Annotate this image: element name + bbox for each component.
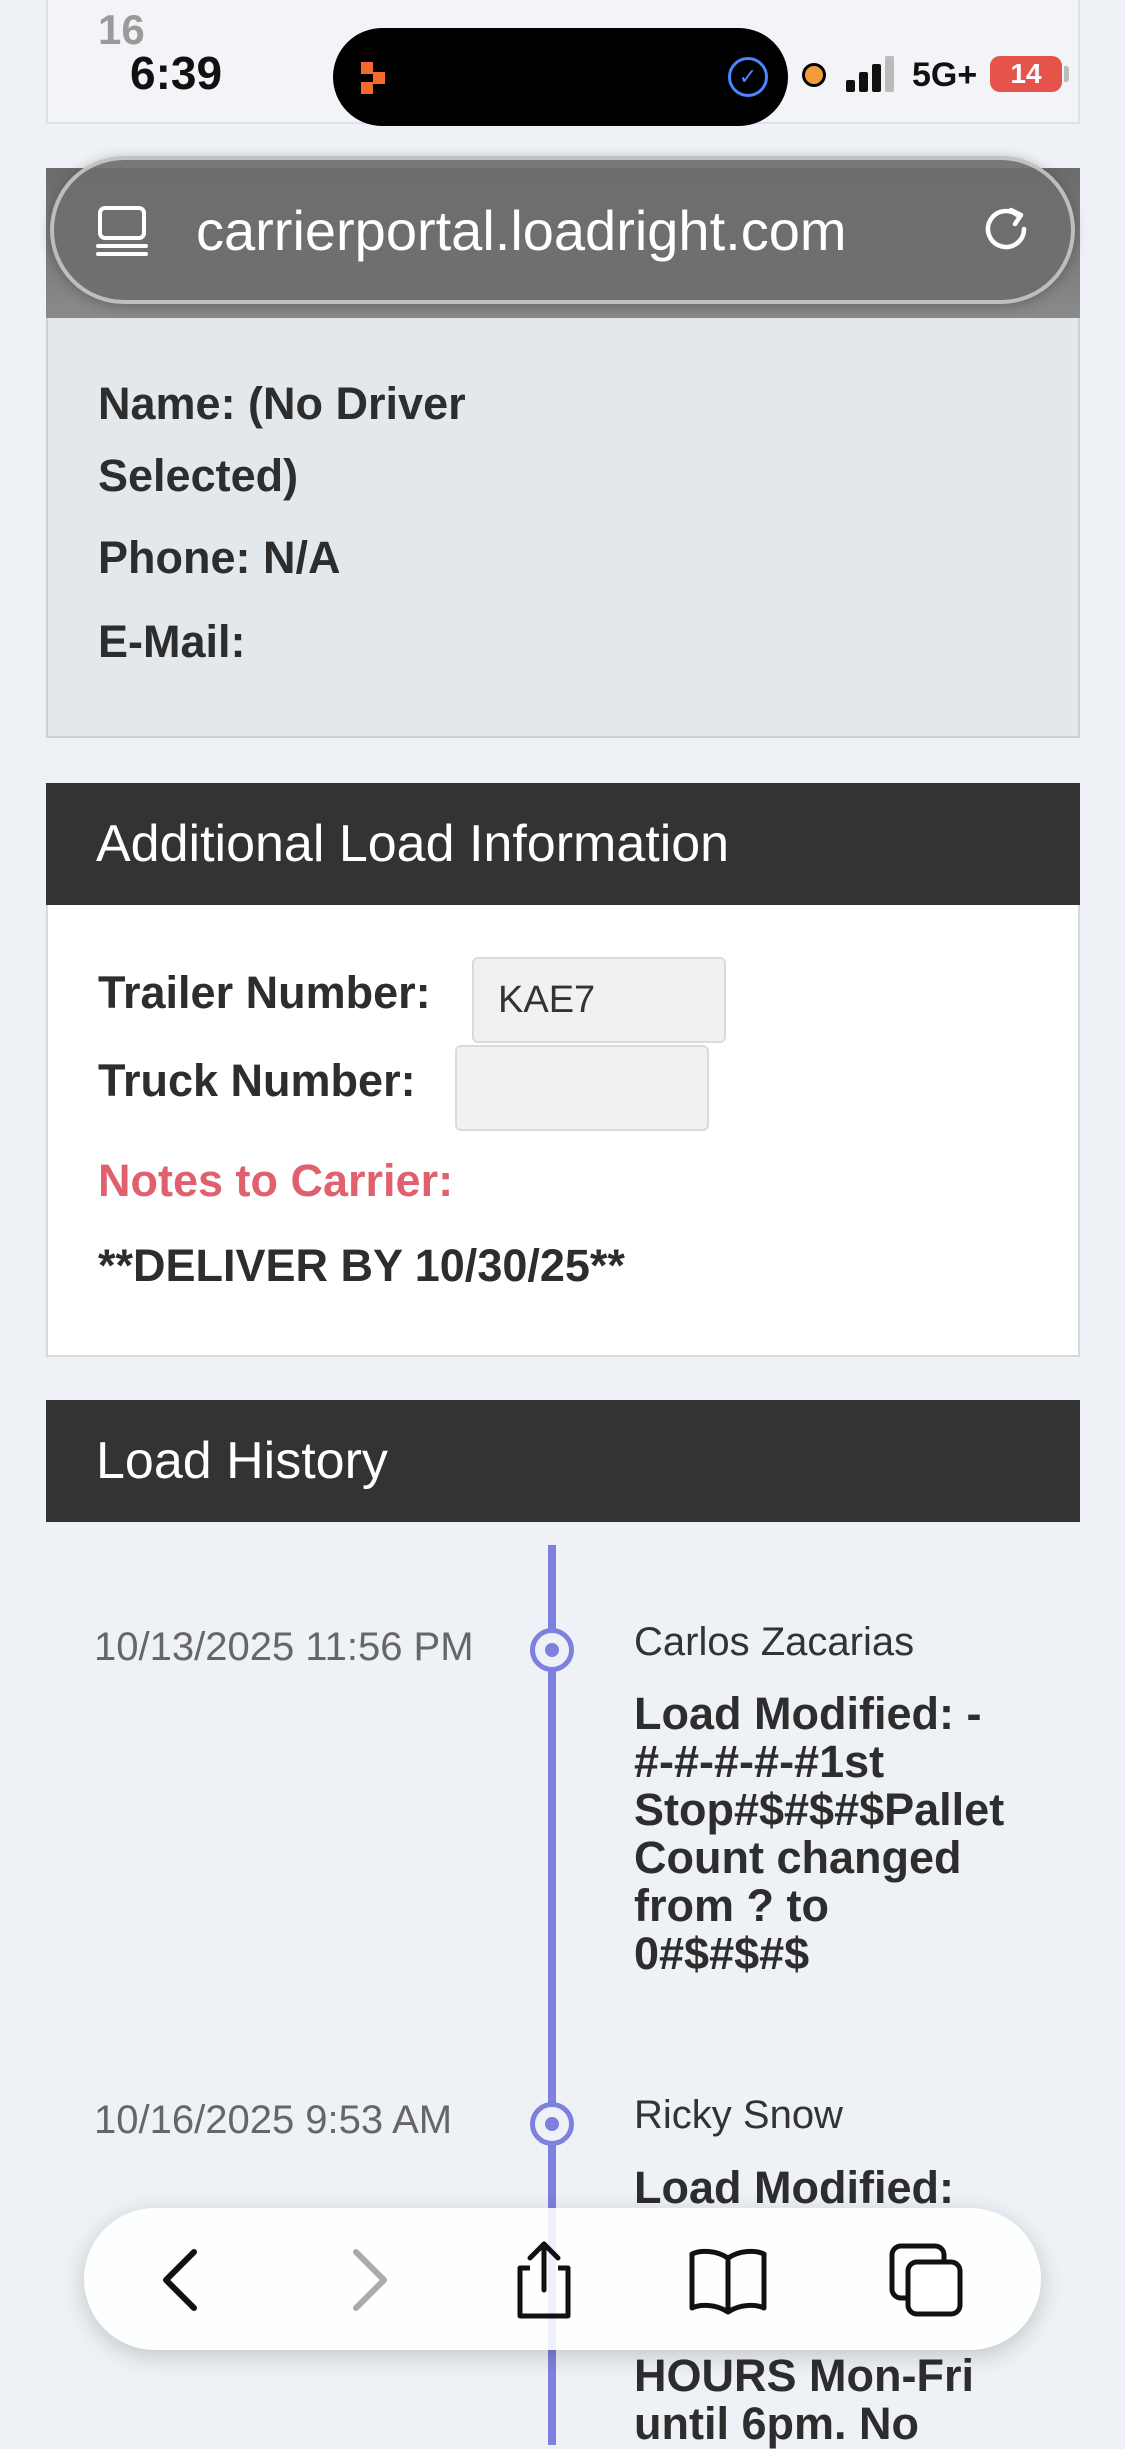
browser-toolbar [84, 2208, 1041, 2350]
history-timestamp: 10/13/2025 11:56 PM [94, 1625, 474, 1669]
driver-email: E-Mail: [98, 616, 246, 667]
truck-number-input[interactable] [455, 1045, 709, 1131]
trailer-number-label: Trailer Number: [98, 967, 431, 1018]
history-message-line: Stop#$#$#$Pallet [634, 1784, 1005, 1835]
clock: 6:39 [130, 47, 223, 99]
history-message-continued: HOURS Mon-Fri until 6pm. No [634, 2352, 1064, 2448]
notes-label: Notes to Carrier: [98, 1155, 454, 1206]
driver-name-cont: Selected) [98, 450, 299, 501]
battery-cap [1064, 66, 1069, 82]
page-settings-icon[interactable] [94, 202, 150, 258]
timeline-dot-icon [530, 2102, 574, 2146]
history-message-line: HOURS Mon-Fri [634, 2350, 974, 2401]
address-bar[interactable]: carrierportal.loadright.com [50, 156, 1075, 304]
driver-name: Name: (No Driver [98, 378, 466, 429]
truck-number-label: Truck Number: [98, 1055, 416, 1106]
app-activity-icon [361, 62, 385, 94]
cellular-signal-icon [846, 56, 900, 92]
history-message-line: from ? to [634, 1880, 829, 1931]
driver-info-card: Name: (No Driver Selected) Phone: N/A E-… [46, 318, 1080, 738]
reload-icon[interactable] [977, 200, 1035, 258]
history-message-line: Load Modified: [634, 2162, 954, 2213]
check-icon: ✓ [728, 57, 768, 97]
additional-info-card: Trailer Number: KAE7 Truck Number: Notes… [46, 905, 1080, 1357]
history-message: Load Modified: - #-#-#-#-#1st Stop#$#$#$… [634, 1690, 1064, 1978]
recording-indicator-icon [802, 63, 826, 87]
history-message-line: Count changed [634, 1832, 962, 1883]
dynamic-island: ✓ [333, 28, 788, 126]
share-icon[interactable] [502, 2238, 586, 2322]
back-icon[interactable] [142, 2238, 226, 2322]
url-text[interactable]: carrierportal.loadright.com [196, 198, 846, 263]
history-message: Load Modified: [634, 2164, 1064, 2212]
driver-phone: Phone: N/A [98, 532, 341, 583]
history-author: Carlos Zacarias [634, 1620, 915, 1664]
network-type: 5G+ [912, 56, 978, 94]
tabs-icon[interactable] [884, 2238, 968, 2322]
battery-icon: 14 [990, 56, 1062, 92]
additional-info-title: Additional Load Information [46, 783, 1080, 905]
trailer-number-input[interactable]: KAE7 [472, 957, 726, 1043]
history-message-line: 0#$#$#$ [634, 1928, 810, 1979]
timeline-dot-icon [530, 1628, 574, 1672]
history-message-line: Load Modified: - [634, 1688, 982, 1739]
load-history-title: Load History [46, 1400, 1080, 1522]
bookmarks-icon[interactable] [686, 2238, 770, 2322]
history-timestamp: 10/16/2025 9:53 AM [94, 2098, 453, 2142]
history-author: Ricky Snow [634, 2093, 843, 2137]
forward-icon[interactable] [324, 2238, 408, 2322]
notes-text: **DELIVER BY 10/30/25** [98, 1240, 625, 1291]
history-message-line: until 6pm. No [634, 2398, 919, 2449]
history-message-line: #-#-#-#-#1st [634, 1736, 885, 1787]
